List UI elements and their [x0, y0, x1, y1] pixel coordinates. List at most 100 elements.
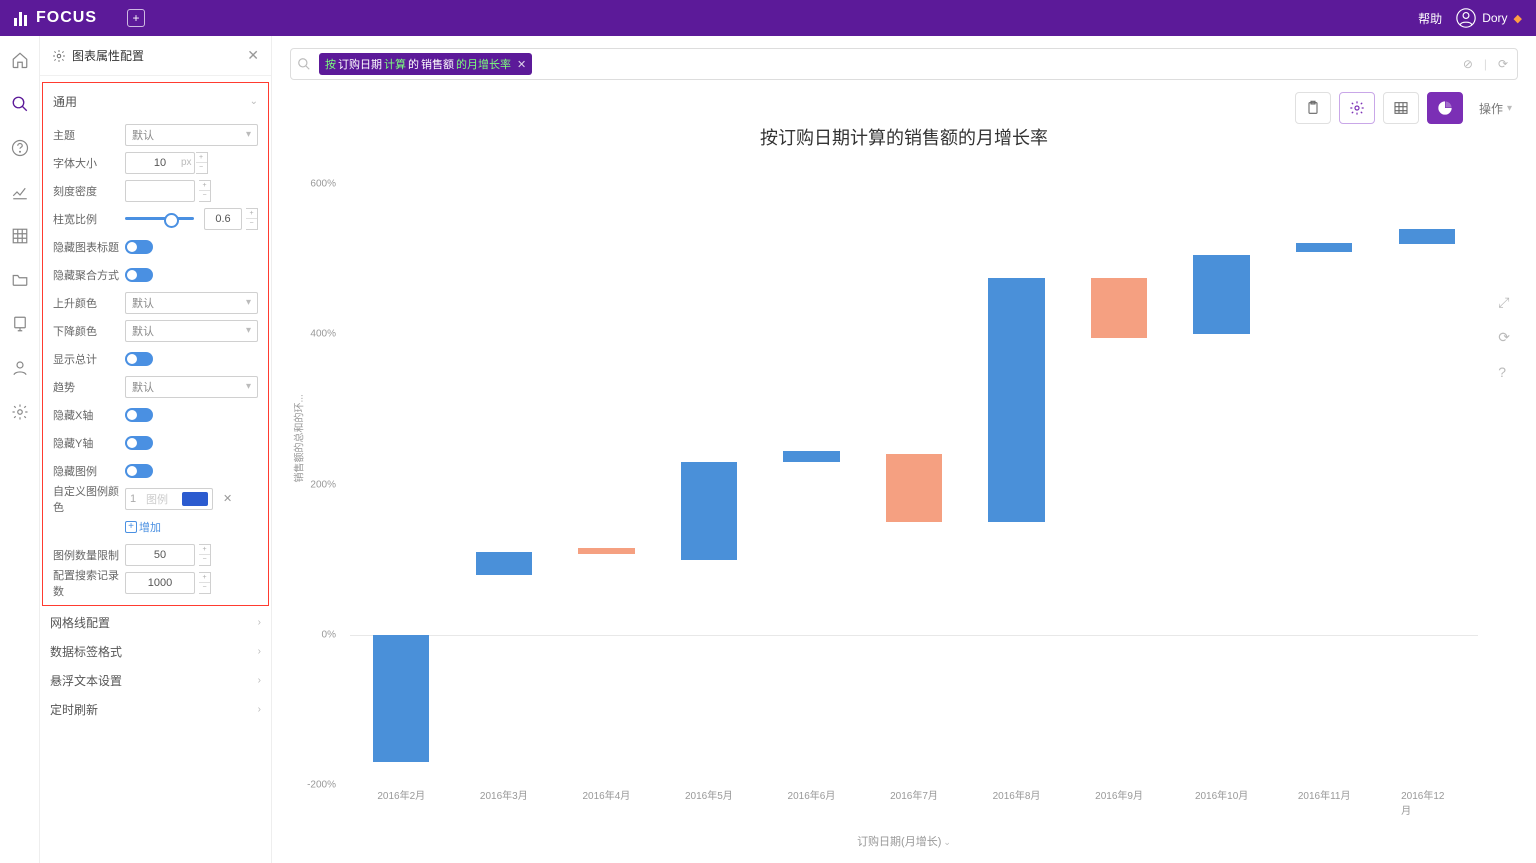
bar[interactable]: [373, 635, 429, 763]
x-axis-label[interactable]: 订购日期(月增长)⌄: [290, 833, 1518, 849]
searchlim-spin[interactable]: +−: [199, 572, 211, 594]
chip-remove-icon[interactable]: ✕: [517, 58, 526, 71]
clear-icon[interactable]: ⊘: [1460, 57, 1476, 71]
fontsize-input[interactable]: [125, 152, 195, 174]
x-tick: 2016年6月: [788, 787, 836, 802]
bar[interactable]: [476, 552, 532, 575]
section-tooltip[interactable]: 悬浮文本设置›: [40, 666, 271, 695]
section-general[interactable]: 通用 ⌄: [43, 87, 268, 116]
nav-rail: [0, 36, 40, 863]
bar[interactable]: [783, 451, 839, 462]
remove-legend-icon[interactable]: ✕: [223, 492, 232, 505]
gear-icon: [52, 49, 66, 63]
bar[interactable]: [1091, 278, 1147, 338]
lab-hidey: 隐藏Y轴: [53, 435, 125, 451]
info-icon[interactable]: ?: [1498, 364, 1510, 380]
chart-title: 按订购日期计算的销售额的月增长率: [290, 124, 1518, 150]
tick-input[interactable]: [125, 180, 195, 202]
lab-customleg: 自定义图例颜色: [53, 483, 125, 515]
refresh-icon[interactable]: ⟳: [1495, 57, 1511, 71]
lab-trend: 趋势: [53, 379, 125, 395]
bar[interactable]: [578, 548, 634, 553]
search-icon: [297, 57, 311, 71]
legend-limit-input[interactable]: [125, 544, 195, 566]
x-tick: 2016年9月: [1095, 787, 1143, 802]
x-tick: 2016年10月: [1195, 787, 1248, 802]
chart-toolbar: 操作▾: [290, 92, 1518, 124]
lab-hideleg: 隐藏图例: [53, 463, 125, 479]
x-tick: 2016年3月: [480, 787, 528, 802]
new-tab-button[interactable]: +: [127, 9, 145, 27]
leglim-spin[interactable]: +−: [199, 544, 211, 566]
lab-down: 下降颜色: [53, 323, 125, 339]
bar[interactable]: [1399, 229, 1455, 244]
diamond-icon: ◆: [1514, 12, 1522, 25]
chart: 600%400%200%0%-200% 销售额的总和的环... 2016年2月2…: [290, 154, 1518, 855]
ops-menu[interactable]: 操作▾: [1479, 100, 1512, 117]
legend-swatch[interactable]: [182, 492, 208, 506]
search-limit-input[interactable]: [125, 572, 195, 594]
clipboard-button[interactable]: [1295, 92, 1331, 124]
bar[interactable]: [988, 278, 1044, 522]
user-menu[interactable]: Dory ◆: [1456, 8, 1522, 28]
lab-total: 显示总计: [53, 351, 125, 367]
x-tick: 2016年4月: [582, 787, 630, 802]
nav-home-icon[interactable]: [10, 50, 30, 70]
query-chip[interactable]: 按订购日期计算的销售额的月增长率 ✕: [319, 53, 532, 75]
x-tick: 2016年11月: [1298, 787, 1351, 802]
y-tick: 0%: [322, 629, 336, 640]
close-icon[interactable]: ✕: [247, 47, 259, 64]
config-button[interactable]: [1339, 92, 1375, 124]
bar[interactable]: [1193, 255, 1249, 334]
nav-grid-icon[interactable]: [10, 226, 30, 246]
barratio-input[interactable]: [204, 208, 242, 230]
nav-folder-icon[interactable]: [10, 270, 30, 290]
lab-hideagg: 隐藏聚合方式: [53, 267, 125, 283]
nav-settings-icon[interactable]: [10, 402, 30, 422]
y-tick: 200%: [310, 479, 336, 490]
toggle-hide-legend[interactable]: [125, 464, 153, 478]
reload-icon[interactable]: ⟳: [1498, 329, 1510, 346]
nav-chart-icon[interactable]: [10, 182, 30, 202]
x-tick: 2016年7月: [890, 787, 938, 802]
chevron-right-icon: ›: [258, 675, 261, 686]
x-tick: 2016年5月: [685, 787, 733, 802]
barratio-spin[interactable]: +−: [246, 208, 258, 230]
toggle-hide-agg[interactable]: [125, 268, 153, 282]
nav-user-icon[interactable]: [10, 358, 30, 378]
upcolor-select[interactable]: 默认: [125, 292, 258, 314]
lab-hidetitle: 隐藏图表标题: [53, 239, 125, 255]
downcolor-select[interactable]: 默认: [125, 320, 258, 342]
toggle-hide-y[interactable]: [125, 436, 153, 450]
add-legend-button[interactable]: +增加: [125, 519, 161, 535]
table-button[interactable]: [1383, 92, 1419, 124]
expand-icon[interactable]: ⤢: [1498, 294, 1510, 311]
section-grid[interactable]: 网格线配置›: [40, 608, 271, 637]
bar[interactable]: [886, 454, 942, 522]
toggle-hide-x[interactable]: [125, 408, 153, 422]
barratio-slider[interactable]: [125, 217, 194, 220]
tick-spin[interactable]: +−: [199, 180, 211, 202]
lab-barratio: 柱宽比例: [53, 211, 125, 227]
lab-fontsize: 字体大小: [53, 155, 125, 171]
nav-db-icon[interactable]: [10, 314, 30, 334]
toggle-hide-title[interactable]: [125, 240, 153, 254]
legend-color-input[interactable]: 图例: [125, 488, 213, 510]
search-bar[interactable]: 按订购日期计算的销售额的月增长率 ✕ ⊘ | ⟳: [290, 48, 1518, 80]
chevron-down-icon: ⌄: [250, 96, 258, 107]
bar[interactable]: [681, 462, 737, 560]
bar[interactable]: [1296, 243, 1352, 252]
chart-type-button[interactable]: [1427, 92, 1463, 124]
y-axis-label: 销售额的总和的环...: [291, 394, 306, 482]
help-link[interactable]: 帮助: [1418, 10, 1442, 27]
nav-search-icon[interactable]: [10, 94, 30, 114]
fontsize-spin[interactable]: +−: [196, 152, 208, 174]
main-area: 按订购日期计算的销售额的月增长率 ✕ ⊘ | ⟳ 操作▾ 按订购日期计算的销售额…: [272, 36, 1536, 863]
section-datalabel[interactable]: 数据标签格式›: [40, 637, 271, 666]
nav-help-icon[interactable]: [10, 138, 30, 158]
lab-leglim: 图例数量限制: [53, 547, 125, 563]
theme-select[interactable]: 默认: [125, 124, 258, 146]
section-refresh[interactable]: 定时刷新›: [40, 695, 271, 724]
toggle-total[interactable]: [125, 352, 153, 366]
trend-select[interactable]: 默认: [125, 376, 258, 398]
